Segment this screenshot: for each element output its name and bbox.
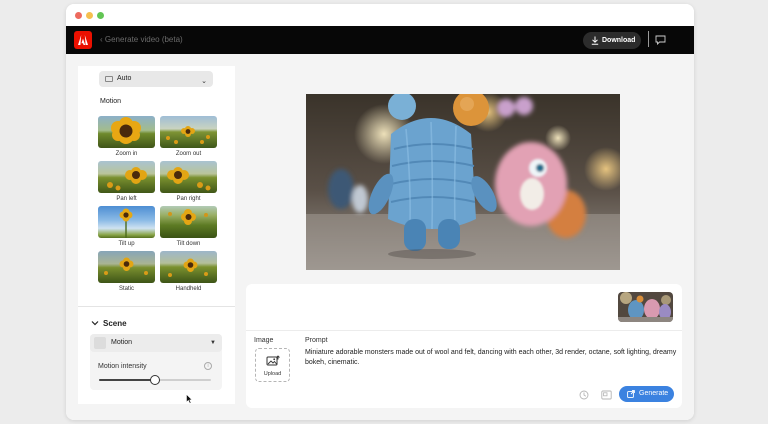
camera-motion-grid: Zoom in Zoom out Pan left Pan right Tilt… [98, 116, 218, 294]
scene-heading[interactable]: Scene [103, 319, 127, 328]
upload-label: Upload [263, 371, 282, 377]
motion-heading: Motion [100, 98, 122, 105]
video-preview[interactable] [306, 94, 620, 270]
sunflower-thumbnail [160, 161, 217, 193]
download-icon [591, 36, 599, 45]
generated-preview-image [306, 94, 620, 270]
app-header: ‹ Generate video (beta) Download [66, 26, 694, 54]
slider-fill [99, 379, 155, 381]
scene-type-value: Motion [111, 339, 133, 346]
camera-angle-value: Auto [117, 75, 132, 82]
window-titlebar [66, 4, 694, 26]
motion-option-label: Static [118, 286, 134, 292]
prompt-panel-divider [246, 330, 682, 331]
motion-option-handheld[interactable]: Handheld [160, 251, 217, 293]
motion-intensity-slider[interactable] [99, 375, 211, 385]
aspect-ratio-icon[interactable] [601, 390, 612, 400]
motion-option-static[interactable]: Static [98, 251, 155, 293]
feedback-icon[interactable] [655, 35, 666, 45]
motion-option-zoom-out[interactable]: Zoom out [160, 116, 217, 158]
sunflower-thumbnail [98, 161, 155, 193]
sunflower-thumbnail [160, 251, 217, 283]
scene-type-select[interactable]: Motion ▼ [90, 334, 222, 352]
motion-option-label: Zoom in [115, 151, 138, 157]
info-icon[interactable]: i [204, 362, 212, 370]
mouse-cursor-icon [186, 394, 193, 404]
motion-option-zoom-in[interactable]: Zoom in [98, 116, 155, 158]
prompt-panel: Image Upload Prompt Miniature adorable m… [246, 284, 682, 408]
sunflower-thumbnail [160, 206, 217, 238]
motion-option-label: Pan right [176, 196, 201, 202]
scene-settings-card: Motion ▼ Motion intensity i [90, 334, 222, 390]
header-divider [648, 31, 649, 47]
motion-option-label: Zoom out [175, 151, 202, 157]
prompt-label: Prompt [305, 337, 328, 344]
close-window-dot[interactable] [75, 12, 82, 19]
download-button[interactable]: Download [583, 32, 641, 49]
sunflower-thumbnail [98, 251, 155, 283]
motion-option-label: Tilt up [118, 241, 135, 247]
history-icon[interactable] [579, 390, 589, 400]
motion-option-tilt-up[interactable]: Tilt up [98, 206, 155, 248]
image-upload-icon [266, 355, 280, 366]
scene-type-icon [94, 337, 106, 349]
sidebar-divider [78, 306, 235, 307]
generate-button[interactable]: Generate [619, 386, 674, 402]
breadcrumb-back-link[interactable]: ‹ Generate video (beta) [100, 35, 183, 44]
settings-sidebar: Auto ⌄ Motion Zoom in Zoom out Pan left … [78, 66, 235, 404]
motion-option-label: Tilt down [176, 241, 201, 247]
motion-option-pan-right[interactable]: Pan right [160, 161, 217, 203]
generate-icon [627, 390, 635, 398]
app-window: ‹ Generate video (beta) Download Auto ⌄ … [66, 4, 694, 420]
motion-option-pan-left[interactable]: Pan left [98, 161, 155, 203]
camera-angle-select[interactable]: Auto ⌄ [99, 71, 213, 87]
generate-label: Generate [639, 390, 669, 397]
main-content: Auto ⌄ Motion Zoom in Zoom out Pan left … [66, 54, 694, 420]
prompt-input[interactable]: Miniature adorable monsters made out of … [305, 348, 677, 368]
motion-option-tilt-down[interactable]: Tilt down [160, 206, 217, 248]
motion-intensity-label: Motion intensity [98, 363, 147, 370]
sunflower-thumbnail [98, 116, 155, 148]
upload-image-button[interactable]: Upload [255, 348, 290, 382]
reference-image-thumbnail[interactable] [618, 292, 673, 322]
caret-down-icon: ▼ [210, 340, 216, 346]
motion-option-label: Pan left [116, 196, 137, 202]
chevron-down-icon: ⌄ [201, 78, 207, 85]
adobe-logo-icon[interactable] [74, 31, 92, 49]
chevron-down-icon[interactable] [91, 320, 99, 326]
image-label: Image [254, 337, 274, 344]
sunflower-thumbnail [160, 116, 217, 148]
slider-handle[interactable] [150, 375, 160, 385]
minimize-window-dot[interactable] [86, 12, 93, 19]
sunflower-thumbnail [98, 206, 155, 238]
motion-option-label: Handheld [175, 286, 202, 292]
camera-icon [105, 76, 113, 82]
zoom-window-dot[interactable] [97, 12, 104, 19]
download-label: Download [602, 37, 636, 44]
